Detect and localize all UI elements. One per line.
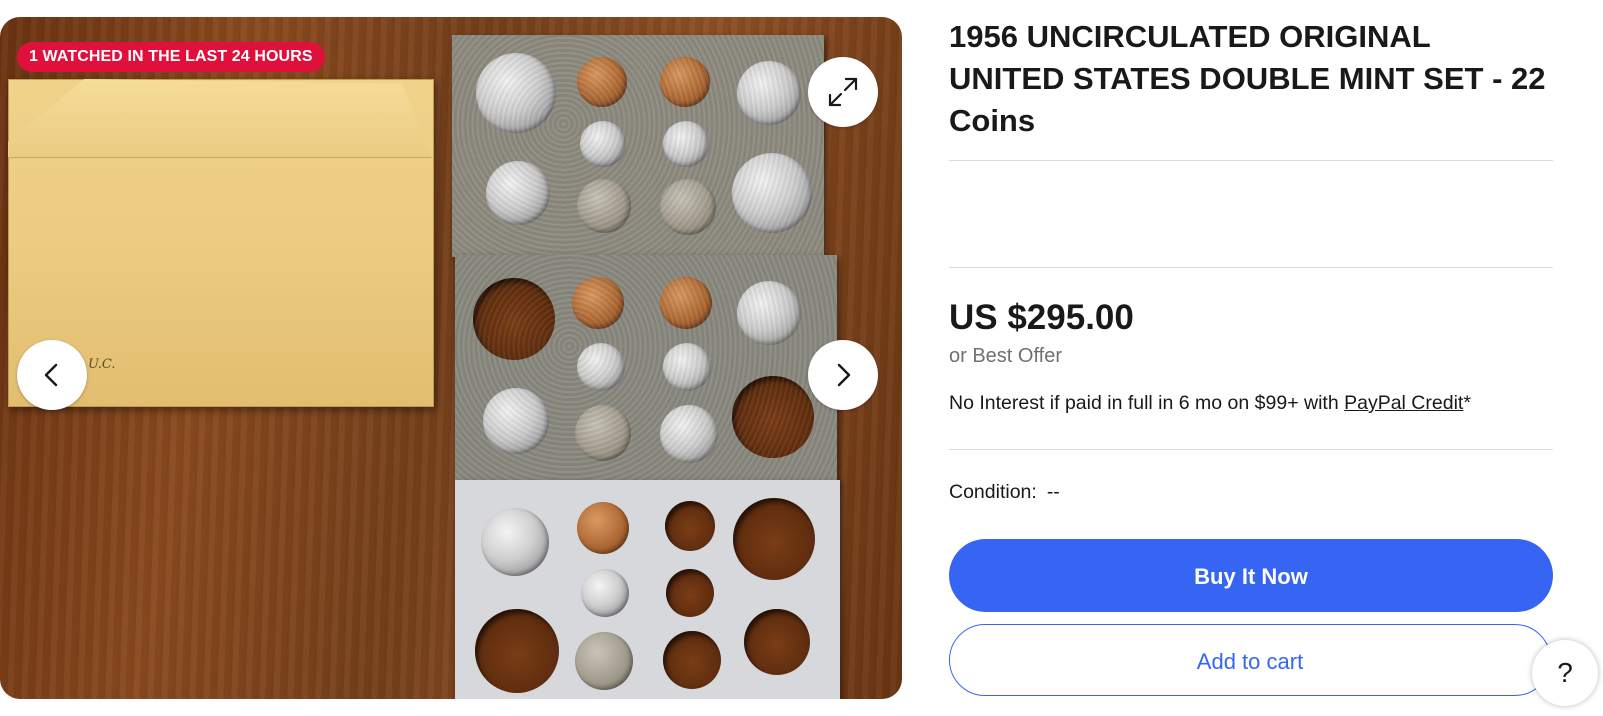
coin: [737, 61, 801, 125]
question-mark-icon: ?: [1557, 657, 1573, 688]
previous-image-button[interactable]: [17, 340, 87, 410]
add-to-cart-button[interactable]: Add to cart: [949, 624, 1551, 696]
item-image-gallery[interactable]: U.C. 1 WATCHED IN THE LAST 24 HOURS: [0, 17, 902, 699]
expand-icon: [828, 77, 858, 107]
coin: [481, 508, 549, 576]
chevron-right-icon: [837, 363, 851, 387]
coin: [476, 53, 556, 133]
financing-text: No Interest if paid in full in 6 mo on $…: [949, 392, 1345, 414]
next-image-button[interactable]: [808, 340, 878, 410]
expand-image-button[interactable]: [808, 57, 878, 127]
financing-info: No Interest if paid in full in 6 mo on $…: [949, 392, 1471, 415]
coin-card-1: [452, 35, 824, 257]
condition-row: Condition: --: [949, 481, 1060, 504]
coin: [577, 343, 625, 391]
coin: [660, 405, 718, 463]
empty-coin-slot: [666, 569, 714, 617]
chevron-left-icon: [44, 363, 58, 387]
coin: [572, 277, 624, 329]
coin: [663, 343, 711, 391]
coin: [577, 179, 631, 233]
paypal-credit-link[interactable]: PayPal Credit: [1344, 392, 1463, 414]
envelope-handwritten-note: U.C.: [88, 357, 116, 372]
condition-value: --: [1046, 481, 1060, 503]
condition-label: Condition:: [949, 481, 1037, 503]
coin: [577, 57, 627, 107]
coin: [660, 57, 710, 107]
coin-card-2: [455, 255, 837, 483]
envelope-flap: [8, 79, 432, 158]
divider: [949, 267, 1553, 268]
coin: [483, 388, 549, 454]
coin: [575, 405, 631, 461]
divider: [949, 160, 1553, 161]
empty-coin-slot: [663, 631, 721, 689]
best-offer-text: or Best Offer: [949, 345, 1063, 367]
coin: [732, 153, 812, 233]
buy-it-now-button[interactable]: Buy It Now: [949, 539, 1553, 612]
financing-footnote-mark: *: [1463, 392, 1471, 414]
coin: [660, 179, 716, 235]
coin: [581, 569, 629, 617]
coin: [577, 502, 629, 554]
empty-coin-slot: [475, 609, 559, 693]
coin: [486, 161, 550, 225]
coin: [580, 121, 626, 167]
watchers-badge: 1 WATCHED IN THE LAST 24 HOURS: [17, 42, 325, 72]
coin-card-3: [455, 480, 840, 699]
coin: [663, 121, 709, 167]
coin: [575, 632, 633, 690]
empty-coin-slot: [473, 278, 555, 360]
divider: [949, 449, 1553, 450]
help-button[interactable]: ?: [1532, 640, 1598, 706]
empty-coin-slot: [733, 498, 815, 580]
empty-coin-slot: [732, 376, 814, 458]
listing-title: 1956 UNCIRCULATED ORIGINAL UNITED STATES…: [949, 19, 1546, 138]
coin: [737, 281, 801, 345]
coin: [660, 277, 712, 329]
empty-coin-slot: [665, 501, 715, 551]
item-price: US $295.00: [949, 298, 1134, 337]
empty-coin-slot: [744, 609, 810, 675]
